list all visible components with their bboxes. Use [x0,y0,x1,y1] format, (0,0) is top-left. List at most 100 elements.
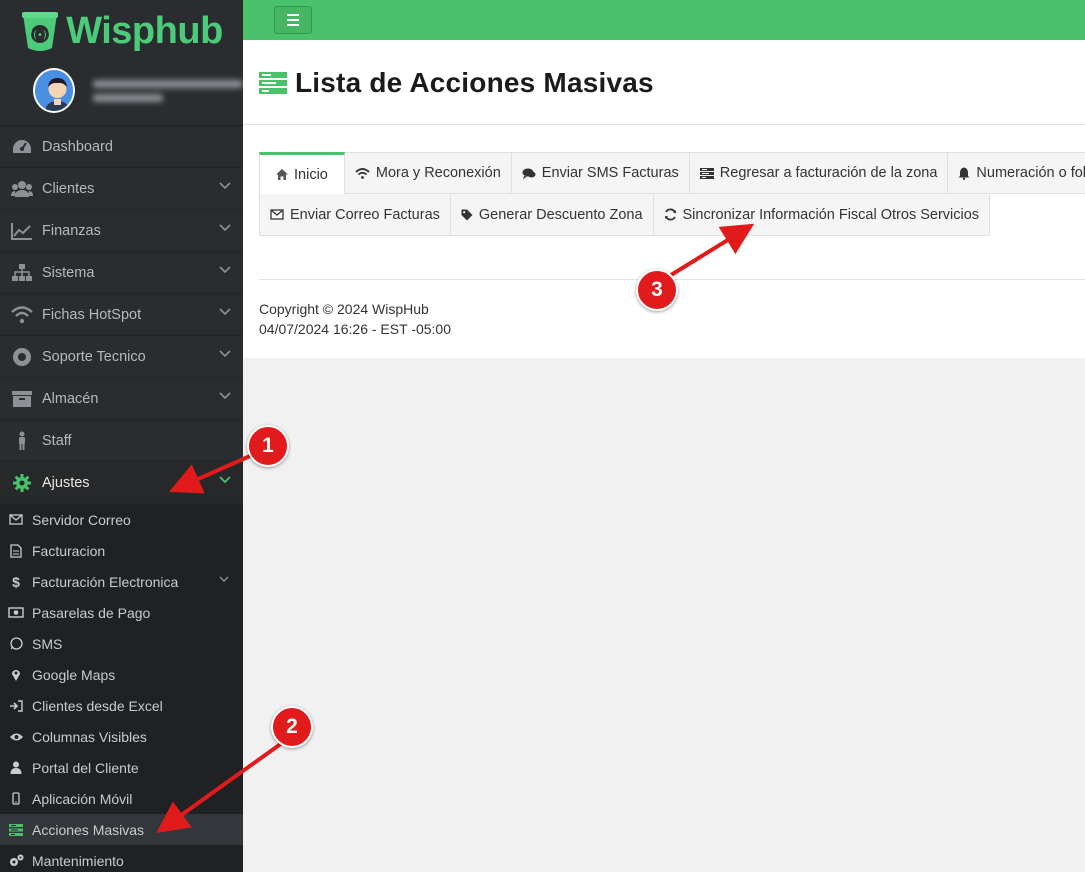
sidebar-item-sistema[interactable]: Sistema [0,252,243,294]
sidebar-item-clientes[interactable]: Clientes [0,168,243,210]
brand-logo[interactable]: ((•)) Wisphub [0,0,243,56]
wifi-icon [0,305,42,324]
submenu-item-columnas-visibles[interactable]: Columnas Visibles [0,721,243,752]
bell-icon [958,167,970,180]
submenu-item-label: SMS [32,635,63,652]
submenu-item-mantenimiento[interactable]: Mantenimiento [0,845,243,872]
tasks-icon [699,167,714,179]
wisphub-logo-icon: ((•)) [22,12,59,51]
tag-icon [461,209,473,220]
dashboard-icon [0,138,42,156]
comments-icon [522,168,536,179]
tab-sincronizar-informacion-fiscal[interactable]: Sincronizar Información Fiscal Otros Ser… [653,194,991,236]
tab-enviar-sms-facturas[interactable]: Enviar SMS Facturas [511,152,690,194]
chart-line-icon [0,222,42,240]
submenu-item-pasarelas-de-pago[interactable]: Pasarelas de Pago [0,597,243,628]
money-icon [0,607,32,618]
chevron-down-icon [219,476,231,484]
sidebar-item-staff[interactable]: Staff [0,420,243,462]
tab-regresar-facturacion-zona[interactable]: Regresar a facturación de la zona [689,152,949,194]
submenu-item-label: Acciones Masivas [32,821,145,838]
sidebar-item-label: Sistema [42,264,95,281]
sidebar-toggle-button[interactable] [274,6,312,34]
envelope-icon [270,209,284,220]
submenu-item-servidor-correo[interactable]: Servidor Correo [0,504,243,535]
submenu-item-label: Aplicación Móvil [32,790,133,807]
avatar[interactable] [33,68,75,113]
submenu-item-google-maps[interactable]: Google Maps [0,659,243,690]
tab-label: Enviar SMS Facturas [541,165,679,181]
sidebar-item-label: Almacén [42,390,99,407]
submenu-item-sms[interactable]: SMS [0,628,243,659]
lifebuoy-icon [0,347,42,367]
annotation-badge-3: 3 [636,269,678,311]
tab-label: Numeración o folios [976,165,1085,181]
submenu-item-portal-del-cliente[interactable]: Portal del Cliente [0,752,243,783]
footer-datetime: 04/07/2024 16:26 - EST -05:00 [259,321,451,337]
submenu-item-clientes-desde-excel[interactable]: Clientes desde Excel [0,690,243,721]
chevron-down-icon [219,182,231,190]
mobile-icon [0,792,32,805]
sidebar-item-label: Dashboard [42,138,113,155]
gear-icon [0,473,42,493]
sidebar-item-ajustes[interactable]: Ajustes [0,462,243,504]
document-icon [0,543,32,558]
dollar-icon: $ [12,573,20,590]
sidebar-item-finanzas[interactable]: Finanzas [0,210,243,252]
sidebar-item-fichas-hotspot[interactable]: Fichas HotSpot [0,294,243,336]
annotation-badge-1: 1 [247,425,289,467]
sidebar-item-dashboard[interactable]: Dashboard [0,126,243,168]
sitemap-icon [0,263,42,282]
tab-label: Mora y Reconexión [375,165,501,181]
chevron-down-icon [219,224,231,232]
page-title-text: Lista de Acciones Masivas [295,67,654,98]
tab-enviar-correo-facturas[interactable]: Enviar Correo Facturas [259,194,451,236]
top-bar [243,0,1085,40]
footer: Copyright © 2024 WispHub 04/07/2024 16:2… [259,299,451,339]
map-marker-icon [0,668,32,682]
tab-generar-descuento-zona[interactable]: Generar Descuento Zona [450,194,654,236]
tab-label: Enviar Correo Facturas [290,206,440,223]
tab-mora-y-reconexion[interactable]: Mora y Reconexión [344,152,512,194]
sidebar-item-label: Staff [42,432,72,449]
tab-numeracion-folios[interactable]: Numeración o folios [948,152,1085,194]
users-icon [0,180,42,198]
tab-inicio[interactable]: Inicio [259,152,345,194]
cogs-icon [0,854,32,867]
main-menu: Dashboard Clientes Finanzas Sistema Fich… [0,126,243,504]
wifi-icon [355,167,370,179]
sign-in-icon [0,699,32,712]
submenu-item-label: Google Maps [32,666,116,683]
submenu-item-label: Facturacion [32,542,106,559]
chevron-down-icon [219,392,231,400]
sidebar-item-label: Finanzas [42,222,101,239]
person-icon [0,431,42,451]
submenu-item-label: Portal del Cliente [32,759,139,776]
submenu-item-facturacion-electronica[interactable]: $ Facturación Electronica [0,566,243,597]
copyright-text: Copyright © 2024 WispHub [259,301,429,317]
tab-label: Inicio [294,166,328,183]
submenu-item-acciones-masivas[interactable]: Acciones Masivas [0,814,243,845]
sidebar-item-almacen[interactable]: Almacén [0,378,243,420]
eye-icon [0,732,32,742]
sidebar-item-soporte-tecnico[interactable]: Soporte Tecnico [0,336,243,378]
user-icon [0,761,32,774]
tasks-icon [259,72,287,94]
submenu-item-aplicacion-movil[interactable]: Aplicación Móvil [0,783,243,814]
sidebar-item-label: Clientes [42,180,95,197]
user-profile[interactable] [0,56,243,126]
chevron-down-icon [219,308,231,316]
submenu-item-label: Columnas Visibles [32,728,147,745]
user-name-redacted [93,79,243,102]
sidebar-item-label: Ajustes [42,474,90,491]
submenu-item-facturacion[interactable]: Facturacion [0,535,243,566]
refresh-icon [664,208,676,221]
ajustes-submenu: Servidor Correo Facturacion $ Facturació… [0,504,243,872]
svg-text:((•)): ((•)) [29,30,51,41]
brand-name: Wisphub [66,9,223,52]
tab-row-2: Enviar Correo Facturas Generar Descuento… [259,194,1085,236]
whatsapp-icon [0,637,32,650]
submenu-item-label: Facturación Electronica [32,573,179,590]
tab-label: Sincronizar Información Fiscal Otros Ser… [682,206,980,223]
tasks-icon [0,823,32,836]
